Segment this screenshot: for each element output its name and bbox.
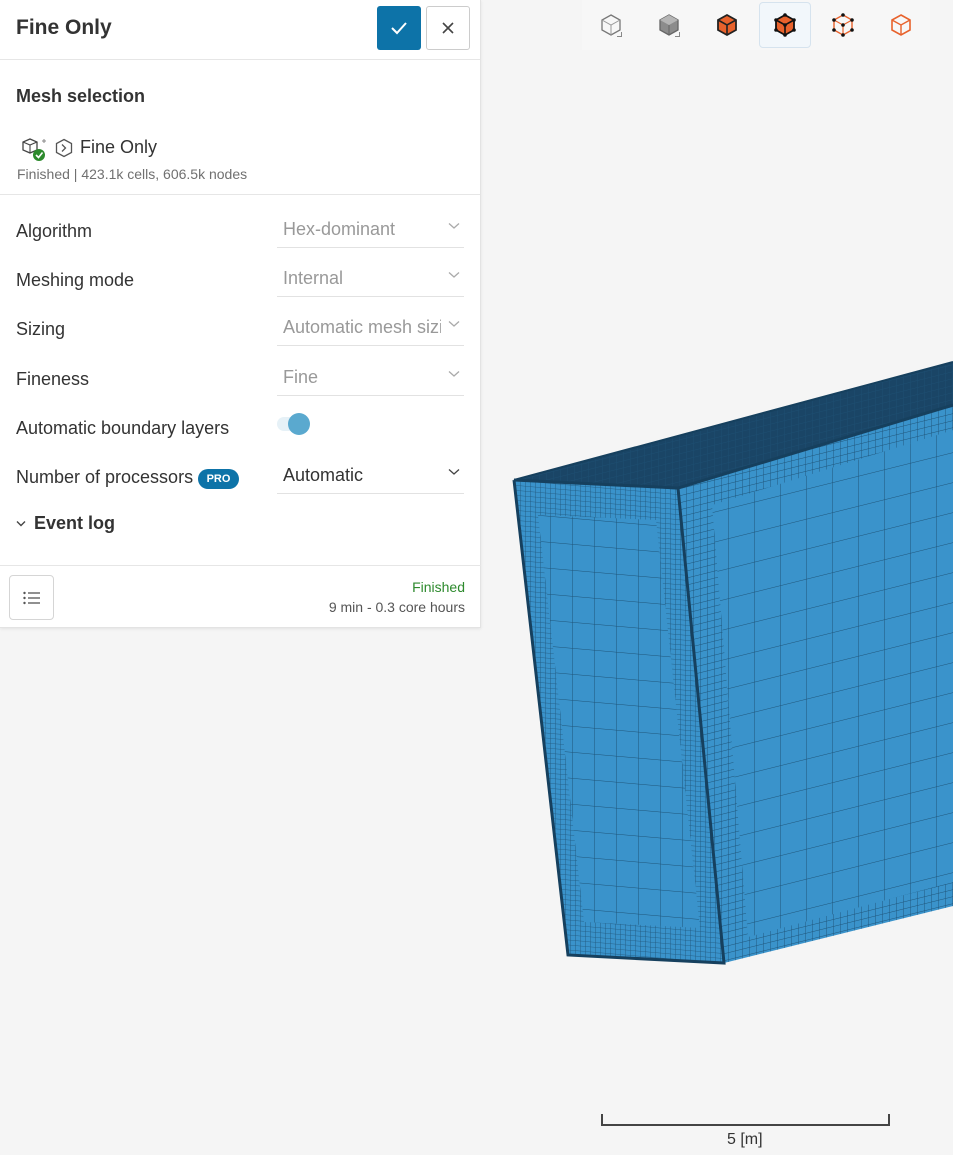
view-wireframe-button[interactable]	[875, 2, 927, 48]
algorithm-row: Algorithm Hex-dominant	[0, 207, 481, 257]
boundary-layers-toggle[interactable]	[277, 412, 311, 436]
meshing-mode-label: Meshing mode	[16, 270, 135, 290]
job-status: Finished	[412, 579, 465, 595]
processors-value: Automatic	[283, 465, 364, 485]
algorithm-value: Hex-dominant	[283, 219, 396, 239]
processors-select[interactable]: Automatic	[277, 456, 464, 494]
chevron-down-icon	[448, 272, 460, 278]
panel-title: Fine Only	[16, 16, 112, 39]
confirm-button[interactable]	[377, 6, 421, 50]
sizing-label: Sizing	[16, 319, 66, 339]
mesh-right-face-inner-grid	[712, 430, 953, 937]
mesh-settings: Algorithm Hex-dominant Meshing mode Inte…	[0, 195, 480, 565]
algorithm-label: Algorithm	[16, 221, 93, 241]
view-solid-edges-icon	[717, 13, 737, 37]
view-points-button[interactable]	[817, 2, 869, 48]
view-solid-edges-button[interactable]	[701, 2, 753, 48]
job-list-button[interactable]	[9, 575, 54, 620]
fineness-row: Fineness Fine	[0, 355, 481, 405]
view-toolbar	[582, 0, 930, 50]
list-icon	[22, 591, 40, 604]
event-log-toggle[interactable]: Event log	[16, 513, 115, 534]
mesh-status: Finished | 423.1k cells, 606.5k nodes	[17, 166, 248, 182]
boundary-layers-label: Automatic boundary layers	[16, 418, 230, 438]
mesh-settings-panel: Fine Only Mesh selection Fine Only Finis…	[0, 0, 481, 628]
boundary-layers-row: Automatic boundary layers	[0, 404, 481, 454]
view-points-icon	[832, 13, 854, 37]
chevron-down-icon	[16, 521, 26, 527]
sizing-value: Automatic mesh sizing	[283, 317, 441, 337]
panel-footer: Finished 9 min - 0.3 core hours	[0, 565, 481, 628]
processors-row: Number of processors PRO Automatic	[0, 453, 481, 503]
chevron-down-icon	[448, 321, 460, 327]
scale-label: 5 [m]	[727, 1131, 763, 1148]
close-button[interactable]	[426, 6, 470, 50]
fineness-value: Fine	[283, 367, 319, 387]
fineness-label: Fineness	[16, 369, 90, 389]
mesh-name[interactable]: Fine Only	[80, 137, 157, 158]
meshing-mode-select[interactable]: Internal	[277, 259, 464, 297]
scale-bar	[601, 1114, 890, 1126]
close-icon	[442, 22, 454, 34]
view-solid-mesh-icon	[774, 13, 796, 37]
meshing-mode-value: Internal	[283, 268, 344, 288]
mesh-finished-icon	[22, 138, 46, 161]
panel-header: Fine Only	[0, 0, 480, 60]
processors-label: Number of processors	[16, 467, 194, 487]
view-transparent-button[interactable]	[585, 2, 637, 48]
mesh-item-icon	[55, 138, 73, 158]
view-solid-mesh-button[interactable]	[759, 2, 811, 48]
mesh-selection-title: Mesh selection	[16, 86, 146, 106]
chevron-down-icon	[448, 469, 460, 475]
pro-badge: PRO	[198, 469, 239, 489]
mesh-selection-section: Mesh selection Fine Only Finished | 423.…	[0, 60, 480, 195]
sizing-select[interactable]: Automatic mesh sizing	[277, 308, 464, 346]
chevron-down-icon	[448, 223, 460, 229]
meshing-mode-row: Meshing mode Internal	[0, 256, 481, 306]
sizing-row: Sizing Automatic mesh sizing	[0, 305, 481, 355]
view-solid-button[interactable]	[643, 2, 695, 48]
view-wireframe-icon	[891, 14, 911, 36]
job-time: 9 min - 0.3 core hours	[328, 599, 465, 615]
toggle-knob	[288, 413, 310, 435]
algorithm-select[interactable]: Hex-dominant	[277, 210, 464, 248]
check-icon	[391, 22, 407, 35]
event-log-label: Event log	[34, 513, 116, 533]
chevron-down-icon	[448, 371, 460, 377]
fineness-select[interactable]: Fine	[277, 358, 464, 396]
